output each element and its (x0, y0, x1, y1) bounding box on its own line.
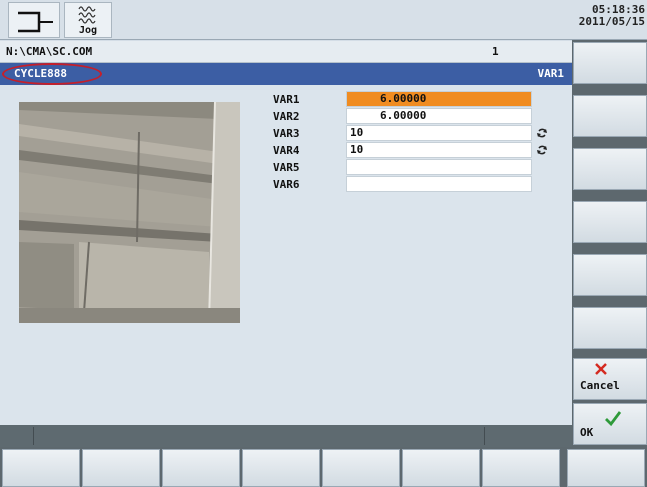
softkey-h5[interactable] (322, 449, 400, 487)
cycle-title-bar: CYCLE888 VAR1 (0, 63, 572, 85)
jog-wave-icon (78, 6, 96, 24)
softkey-h6[interactable] (402, 449, 480, 487)
param-label-var3: VAR3 (273, 127, 300, 140)
highlight-ellipse (2, 63, 102, 85)
horizontal-softkey-bar (0, 447, 647, 487)
cycle-help-image (19, 102, 240, 323)
softkey-h2[interactable] (82, 449, 160, 487)
param-field-var2[interactable]: 6.00000 (346, 108, 532, 124)
toggle-icon[interactable] (536, 127, 548, 139)
channel-number: 1 (492, 45, 499, 58)
softkey-v1[interactable] (573, 42, 647, 84)
toggle-icon[interactable] (536, 144, 548, 156)
softkey-v6[interactable] (573, 307, 647, 349)
status-divider (33, 427, 34, 445)
status-bar (0, 425, 572, 447)
softkey-v5[interactable] (573, 254, 647, 296)
cancel-button[interactable]: Cancel (573, 358, 647, 400)
status-divider (484, 427, 485, 445)
softkey-v3[interactable] (573, 148, 647, 190)
cancel-label: Cancel (580, 379, 620, 392)
softkey-h4[interactable] (242, 449, 320, 487)
vertical-softkey-bar: Cancel OK (572, 40, 647, 447)
header-bar: Jog 05:18:36 2011/05/15 (0, 0, 647, 40)
param-label-var5: VAR5 (273, 161, 300, 174)
param-field-var6[interactable] (346, 176, 532, 192)
param-label-var1: VAR1 (273, 93, 300, 106)
close-icon (595, 363, 607, 375)
softkey-v4[interactable] (573, 201, 647, 243)
clock: 05:18:36 2011/05/15 (579, 4, 645, 28)
program-path: N:\CMA\SC.COM (6, 45, 93, 58)
softkey-h8[interactable] (567, 449, 645, 487)
jog-mode-indicator[interactable]: Jog (64, 2, 112, 38)
softkey-h3[interactable] (162, 449, 240, 487)
softkey-v2[interactable] (573, 95, 647, 137)
ok-label: OK (580, 426, 594, 439)
parameter-panel: VAR1 6.00000 VAR2 6.00000 VAR3 10 VAR4 1… (0, 85, 572, 425)
jog-label: Jog (78, 25, 98, 36)
clock-date: 2011/05/15 (578, 15, 645, 28)
softkey-h1[interactable] (2, 449, 80, 487)
param-field-var3[interactable]: 10 (346, 125, 532, 141)
ok-button[interactable]: OK (573, 403, 647, 445)
softkey-h7[interactable] (482, 449, 560, 487)
param-label-var4: VAR4 (273, 144, 300, 157)
checkmark-icon (605, 411, 622, 427)
param-label-var6: VAR6 (273, 178, 300, 191)
machine-area-button[interactable] (8, 2, 60, 38)
bracket-icon (18, 11, 53, 33)
program-path-row: N:\CMA\SC.COM 1 (0, 41, 572, 63)
param-label-var2: VAR2 (273, 110, 300, 123)
current-variable: VAR1 (537, 67, 565, 80)
param-field-var4[interactable]: 10 (346, 142, 532, 158)
param-field-var1[interactable]: 6.00000 (346, 91, 532, 107)
param-field-var5[interactable] (346, 159, 532, 175)
